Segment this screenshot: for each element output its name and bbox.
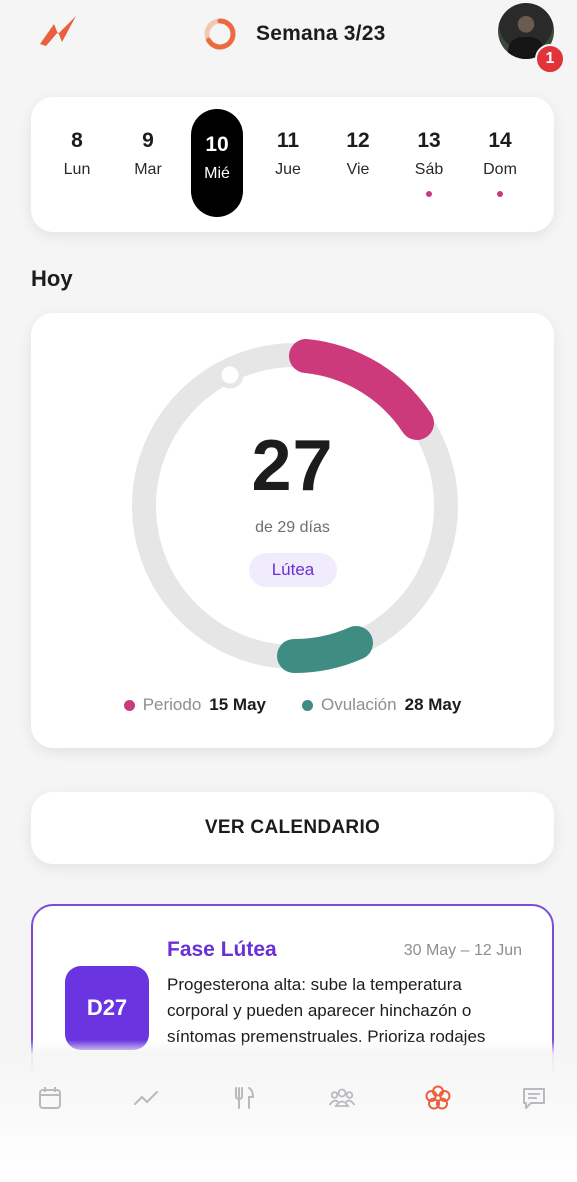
day-number: 13 [417,129,441,152]
day-item[interactable]: 13 Sáb [403,97,455,232]
cycle-day-badge: D27 [65,966,149,1050]
view-calendar-button[interactable]: VER CALENDARIO [31,792,554,864]
period-dot [426,191,432,197]
legend-period: Periodo 15 May [123,695,266,715]
legend-key: Periodo [142,695,202,714]
phase-description: Progesterona alta: sube la temperatura c… [167,975,486,1046]
day-number: 14 [488,129,512,152]
day-number: 12 [346,129,370,152]
day-name: Vie [346,161,370,178]
day-name: Mar [134,161,162,178]
flower-icon[interactable] [422,1082,454,1114]
day-name: Jue [275,161,301,178]
day-name: Sáb [414,161,444,178]
day-item[interactable]: 12 Vie [332,97,384,232]
cycle-length-text: de 29 días [255,519,330,536]
chat-icon[interactable] [518,1082,550,1114]
day-name: Mié [204,165,230,182]
day-name: Dom [483,161,517,178]
day-item-selected[interactable]: 10 Mié [191,97,243,232]
day-number: 8 [71,129,83,152]
day-number: 9 [142,129,154,152]
day-item[interactable]: 9 Mar [122,97,174,232]
legend-key: Ovulación [321,695,397,714]
period-dot-icon [123,699,135,711]
week-progress-ring-icon [204,18,236,50]
day-number: 10 [205,133,229,156]
phase-dates: 30 May – 12 Jun [403,942,522,959]
fork-knife-icon[interactable] [228,1082,260,1114]
cycle-card: 27 de 29 días Lútea Periodo 15 May Ovula… [31,313,554,748]
phase-chip: Lútea [249,553,337,587]
legend-value: 28 May [404,695,462,714]
trend-icon[interactable] [130,1082,162,1114]
cycle-legend: Periodo 15 May Ovulación 28 May [31,695,554,715]
cycle-day-number: 27 [251,426,334,506]
week-strip: 8 Lun 9 Mar 10 Mié 11 Jue 12 Vie 13 Sáb … [31,97,554,232]
week-indicator[interactable]: Semana 3/23 [202,16,385,52]
app-header: Semana 3/23 1 [0,0,577,74]
week-label: Semana 3/23 [256,22,386,45]
day-item[interactable]: 8 Lun [51,97,103,232]
day-item[interactable]: 11 Jue [262,97,314,232]
day-name: Lun [63,161,91,178]
legend-value: 15 May [209,695,266,714]
day-number: 11 [276,129,300,152]
section-title-today: Hoy [31,266,73,291]
cycle-position-marker-icon [216,361,244,389]
people-icon[interactable] [326,1082,358,1114]
bottom-nav [0,1072,577,1122]
day-item[interactable]: 14 Dom [474,97,526,232]
brand-logo-icon[interactable] [36,12,84,52]
legend-ovulation: Ovulación 28 May [302,695,461,715]
selected-day-pill [191,109,243,217]
period-dot [497,191,503,197]
ovulation-dot-icon [302,699,313,711]
phase-title: Fase Lútea [167,938,277,961]
notification-badge[interactable]: 1 [535,44,565,74]
calendar-icon[interactable] [34,1082,66,1114]
